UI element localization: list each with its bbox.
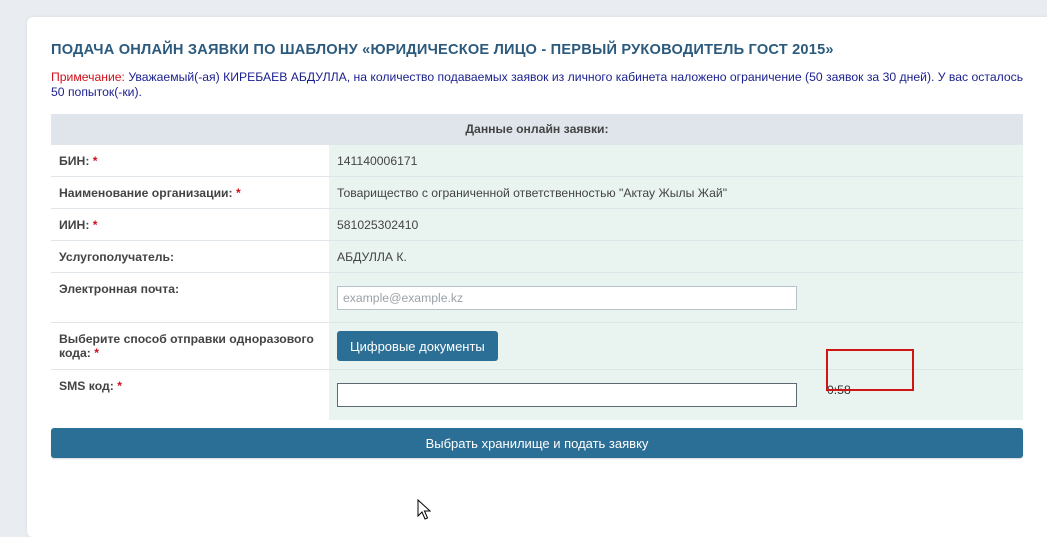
required-mark: * [92,153,98,168]
recipient-label: Услугополучатель: [51,240,329,273]
email-label: Электронная почта: [51,272,329,323]
bin-label: БИН: * [51,144,329,177]
required-mark: * [92,217,98,232]
limit-note: Примечание: Уважаемый(-ая) КИРЕБАЕВ АБДУ… [51,70,1026,99]
submit-application-button[interactable]: Выбрать хранилище и подать заявку [51,428,1023,458]
email-field[interactable] [337,285,797,310]
mouse-cursor-icon [417,499,431,520]
required-mark: * [94,346,99,360]
iin-row: ИИН: * 581025302410 [51,208,1023,241]
method-label: Выберите способ отправки одноразового ко… [51,322,329,370]
iin-label: ИИН: * [51,208,329,241]
digital-documents-button[interactable]: Цифровые документы [337,331,498,361]
iin-value: 581025302410 [329,208,1023,241]
form-header: Данные онлайн заявки: [51,114,1023,145]
org-value: Товарищество с ограниченной ответственно… [329,176,1023,209]
timer-highlight-box [826,349,914,391]
page-title: ПОДАЧА ОНЛАЙН ЗАЯВКИ ПО ШАБЛОНУ «ЮРИДИЧЕ… [51,42,834,58]
email-row: Электронная почта: [51,272,1023,323]
sms-code-input[interactable] [337,383,797,407]
bin-row: БИН: * 141140006171 [51,144,1023,177]
note-label: Примечание: [51,70,125,84]
org-row: Наименование организации: * Товарищество… [51,176,1023,209]
recipient-row: Услугополучатель: АБДУЛЛА К. [51,240,1023,273]
required-mark: * [117,379,122,393]
bin-value: 141140006171 [329,144,1023,177]
recipient-value: АБДУЛЛА К. [329,240,1023,273]
note-text: Уважаемый(-ая) КИРЕБАЕВ АБДУЛЛА, на коли… [51,70,1024,99]
org-label: Наименование организации: * [51,176,329,209]
sms-label: SMS код: * [51,369,329,420]
required-mark: * [236,185,241,200]
